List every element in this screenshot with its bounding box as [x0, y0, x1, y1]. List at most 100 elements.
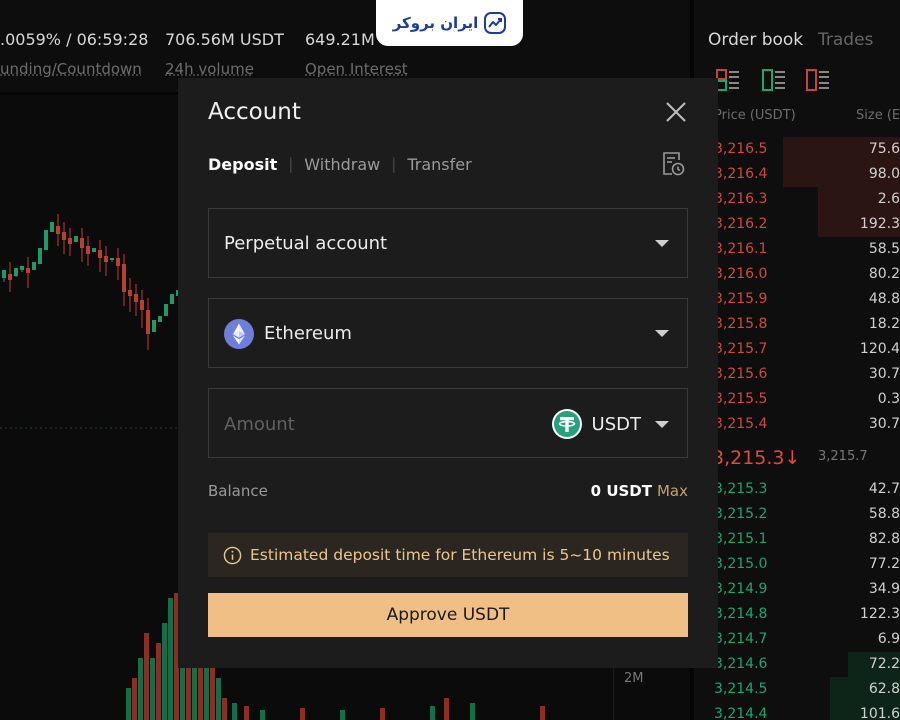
ask-row[interactable]: 3,215.7 120.4 [694, 337, 900, 362]
bid-row[interactable]: 3,215.2 58.8 [694, 502, 900, 527]
ask-row[interactable]: 3,215.8 18.2 [694, 312, 900, 337]
candle-body [38, 248, 42, 264]
chart-trend-icon [484, 12, 507, 34]
bid-row[interactable]: 3,214.5 62.8 [694, 677, 900, 702]
volume-bar [144, 633, 149, 720]
ask-row[interactable]: 3,216.4 98.0 [694, 162, 900, 187]
size-column-header: Size (E [856, 108, 900, 123]
ask-row[interactable]: 3,216.0 80.2 [694, 262, 900, 287]
volume-bar [132, 678, 137, 720]
ask-row[interactable]: 3,215.9 48.8 [694, 287, 900, 312]
orderbook-both-view-icon[interactable] [716, 68, 740, 92]
tab-trades[interactable]: Trades [818, 30, 873, 50]
network-select-value: Ethereum [264, 323, 352, 344]
close-icon[interactable] [664, 100, 688, 124]
ask-price: 3,216.5 [714, 141, 768, 157]
bid-row[interactable]: 3,214.9 34.9 [694, 577, 900, 602]
candle-body [140, 300, 144, 310]
bid-price: 3,214.4 [714, 706, 768, 720]
funding-rate-value: .0059% / 06:59:28 [0, 30, 149, 49]
account-select-value: Perpetual account [224, 233, 388, 254]
ask-size: 80.2 [868, 266, 900, 282]
open-interest-value: 649.21M [305, 30, 375, 49]
candle-body [116, 258, 120, 266]
candle-body [2, 270, 6, 278]
bid-row[interactable]: 3,215.1 82.8 [694, 527, 900, 552]
info-icon [223, 546, 242, 564]
candle-body [32, 262, 36, 270]
bid-size: 77.2 [868, 556, 900, 572]
volume-bar [260, 710, 265, 720]
network-select[interactable]: Ethereum [208, 298, 688, 368]
tab-withdraw[interactable]: Withdraw [304, 155, 380, 174]
ask-size: 98.0 [868, 166, 900, 182]
candle-body [152, 320, 156, 332]
chevron-down-icon [655, 420, 669, 428]
candle-body [110, 258, 114, 260]
candle-body [56, 226, 60, 234]
bid-price: 3,214.6 [714, 656, 768, 672]
tether-icon [551, 409, 582, 439]
notice-text: Estimated deposit time for Ethereum is 5… [250, 546, 670, 564]
orderbook-asks-view-icon[interactable] [806, 68, 830, 92]
modal-title: Account [208, 99, 301, 125]
funding-countdown-label[interactable]: unding/Countdown [0, 60, 142, 78]
chevron-down-icon [655, 240, 669, 247]
history-icon[interactable] [661, 151, 685, 177]
max-button[interactable]: Max [657, 482, 688, 500]
tab-order-book[interactable]: Order book [708, 30, 803, 50]
approve-button[interactable]: Approve USDT [208, 593, 688, 637]
volume-bar [162, 623, 167, 720]
volume-bar [244, 706, 249, 720]
bid-row[interactable]: 3,214.7 6.9 [694, 627, 900, 652]
orderbook-bids-view-icon[interactable] [762, 68, 786, 92]
ask-row[interactable]: 3,216.5 75.6 [694, 137, 900, 162]
ask-price: 3,215.9 [714, 291, 768, 307]
volume-bar [470, 703, 475, 720]
candle-body [50, 222, 54, 232]
ask-row[interactable]: 3,216.3 2.6 [694, 187, 900, 212]
amount-field: USDT [208, 388, 688, 458]
candle-body [98, 250, 102, 258]
candle-body [164, 304, 168, 316]
ask-row[interactable]: 3,216.2 192.3 [694, 212, 900, 237]
ask-row[interactable]: 3,216.1 58.5 [694, 237, 900, 262]
ask-price: 3,216.0 [714, 266, 768, 282]
bid-price: 3,214.5 [714, 681, 768, 697]
bid-price: 3,215.3 [714, 481, 768, 497]
bid-row[interactable]: 3,215.0 77.2 [694, 552, 900, 577]
candle-body [62, 232, 66, 240]
bid-row[interactable]: 3,214.6 72.2 [694, 652, 900, 677]
deposit-time-notice: Estimated deposit time for Ethereum is 5… [208, 533, 688, 577]
volume-bar [156, 643, 161, 720]
token-select[interactable]: USDT [551, 409, 669, 439]
candle-body [26, 268, 30, 273]
tab-transfer[interactable]: Transfer [407, 155, 471, 174]
volume-bar [126, 688, 131, 720]
bid-row[interactable]: 3,215.3 42.7 [694, 477, 900, 502]
ask-size: 18.2 [868, 316, 900, 332]
volume-bar [150, 658, 155, 720]
amount-input[interactable] [224, 411, 474, 437]
account-select[interactable]: Perpetual account [208, 208, 688, 278]
candle-body [122, 264, 126, 292]
open-interest-label[interactable]: Open Interest [305, 60, 408, 78]
ask-row[interactable]: 3,215.6 30.7 [694, 362, 900, 387]
bid-size: 62.8 [868, 681, 900, 697]
ask-row[interactable]: 3,215.5 0.3 [694, 387, 900, 412]
ask-row[interactable]: 3,215.4 30.7 [694, 412, 900, 437]
brand-name: ایران بروکر [392, 14, 479, 32]
ask-size: 120.4 [859, 341, 900, 357]
ask-size: 30.7 [868, 416, 900, 432]
candle-body [20, 266, 24, 270]
ask-price: 3,216.3 [714, 191, 768, 207]
ask-price: 3,215.5 [714, 391, 768, 407]
bid-price: 3,215.2 [714, 506, 768, 522]
modal-tabs: Deposit | Withdraw | Transfer [208, 153, 472, 175]
price-column-header: Price (USDT) [714, 108, 796, 123]
candle-body [104, 256, 108, 262]
tab-deposit[interactable]: Deposit [208, 155, 277, 174]
bid-row[interactable]: 3,214.8 122.3 [694, 602, 900, 627]
ask-size: 58.5 [868, 241, 900, 257]
bid-row[interactable]: 3,214.4 101.6 [694, 702, 900, 720]
